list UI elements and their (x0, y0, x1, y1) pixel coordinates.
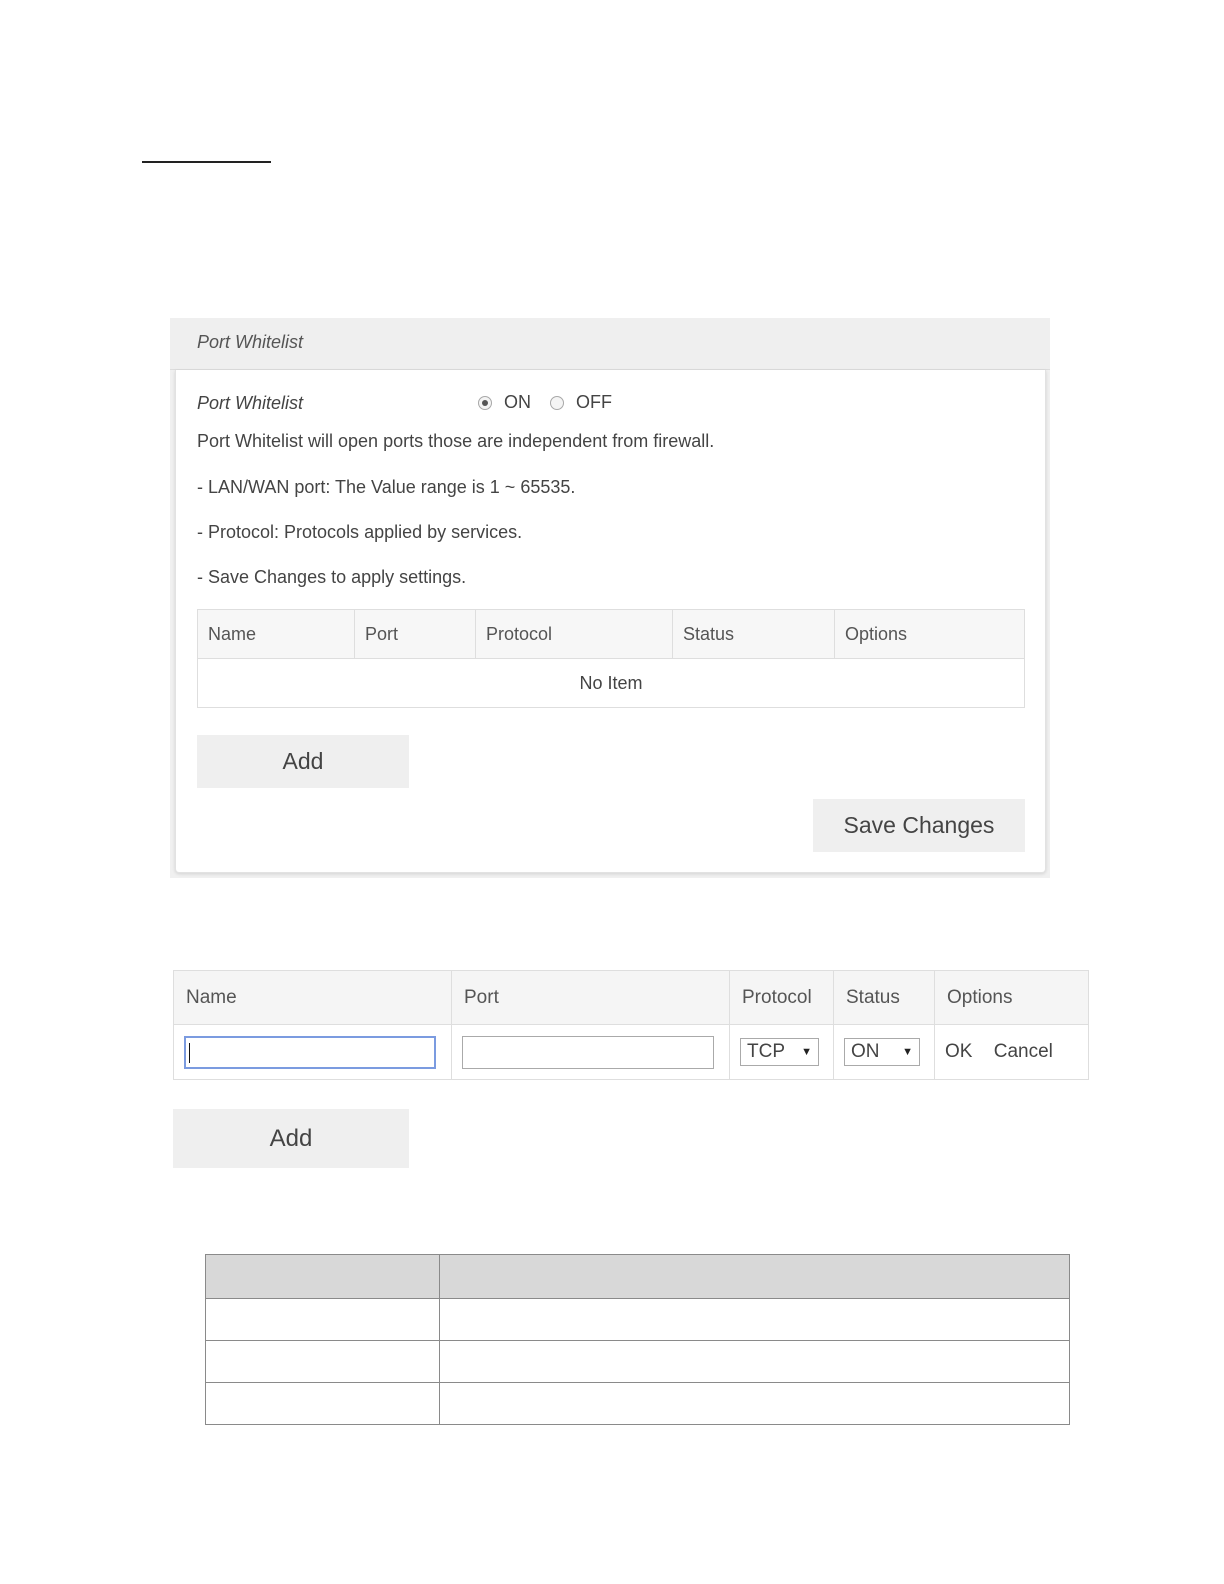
dropdown-arrow-icon: ▼ (801, 1046, 812, 1058)
col-status: Status (672, 609, 835, 659)
panel-title: Port Whitelist (197, 332, 304, 352)
reference-table (205, 1254, 1070, 1425)
radio-on[interactable] (478, 395, 492, 410)
options-cell: OK Cancel (934, 1024, 1089, 1080)
reference-cell (439, 1298, 1070, 1341)
cancel-link[interactable]: Cancel (994, 1041, 1053, 1062)
table-row (205, 1298, 1070, 1341)
col-name: Name (173, 970, 452, 1025)
panel-header: Port Whitelist (170, 318, 1050, 370)
reference-header-cell (439, 1254, 1070, 1299)
table-row (205, 1340, 1070, 1383)
reference-header-row (205, 1254, 1070, 1299)
table-row: TCP ▼ ON ▼ OK Cancel (173, 1024, 1089, 1080)
protocol-select-value: TCP (747, 1041, 785, 1062)
name-cell (173, 1024, 452, 1080)
table-header-row: Name Port Protocol Status Options (197, 609, 1025, 659)
empty-message: No Item (197, 658, 1025, 708)
port-whitelist-toggle: ON OFF (478, 392, 631, 413)
table-row: No Item (197, 658, 1025, 708)
port-whitelist-panel: Port Whitelist Port Whitelist ON OFF Por… (170, 318, 1050, 878)
name-input[interactable] (184, 1035, 436, 1069)
col-protocol: Protocol (729, 970, 834, 1025)
add-row-button[interactable]: Add (173, 1109, 409, 1168)
reference-cell (439, 1382, 1070, 1425)
col-options: Options (934, 970, 1089, 1025)
col-status: Status (833, 970, 935, 1025)
reference-cell (439, 1340, 1070, 1383)
protocol-cell: TCP ▼ (729, 1024, 834, 1080)
table-row (205, 1382, 1070, 1425)
reference-header-cell (205, 1254, 440, 1299)
port-cell (451, 1024, 730, 1080)
ok-link[interactable]: OK (945, 1041, 972, 1062)
reference-cell (205, 1340, 440, 1383)
header-rule (142, 161, 271, 163)
status-select[interactable]: ON ▼ (844, 1038, 920, 1066)
dropdown-arrow-icon: ▼ (902, 1046, 913, 1058)
edit-table: Name Port Protocol Status Options TCP ▼ … (173, 970, 1089, 1080)
radio-off-label[interactable]: OFF (576, 392, 612, 413)
add-button[interactable]: Add (197, 735, 409, 788)
reference-cell (205, 1298, 440, 1341)
radio-off[interactable] (550, 395, 564, 410)
col-port: Port (354, 609, 476, 659)
reference-cell (205, 1382, 440, 1425)
edit-table-header-row: Name Port Protocol Status Options (173, 970, 1089, 1025)
col-port: Port (451, 970, 730, 1025)
col-name: Name (197, 609, 355, 659)
description-text: Port Whitelist will open ports those are… (197, 431, 715, 451)
save-changes-button[interactable]: Save Changes (813, 799, 1025, 852)
col-protocol: Protocol (475, 609, 673, 659)
protocol-select[interactable]: TCP ▼ (740, 1038, 819, 1066)
col-options: Options (834, 609, 1025, 659)
radio-on-label[interactable]: ON (504, 392, 531, 413)
note-protocol: - Protocol: Protocols applied by service… (197, 522, 523, 542)
note-lan-wan: - LAN/WAN port: The Value range is 1 ~ 6… (197, 477, 576, 497)
port-input[interactable] (462, 1035, 714, 1069)
whitelist-table: Name Port Protocol Status Options No Ite… (197, 609, 1025, 708)
panel-body: Port Whitelist ON OFF Port Whitelist wil… (175, 370, 1046, 873)
note-save: - Save Changes to apply settings. (197, 567, 467, 587)
status-select-value: ON (851, 1041, 880, 1062)
port-whitelist-label: Port Whitelist (197, 393, 304, 413)
status-cell: ON ▼ (833, 1024, 935, 1080)
